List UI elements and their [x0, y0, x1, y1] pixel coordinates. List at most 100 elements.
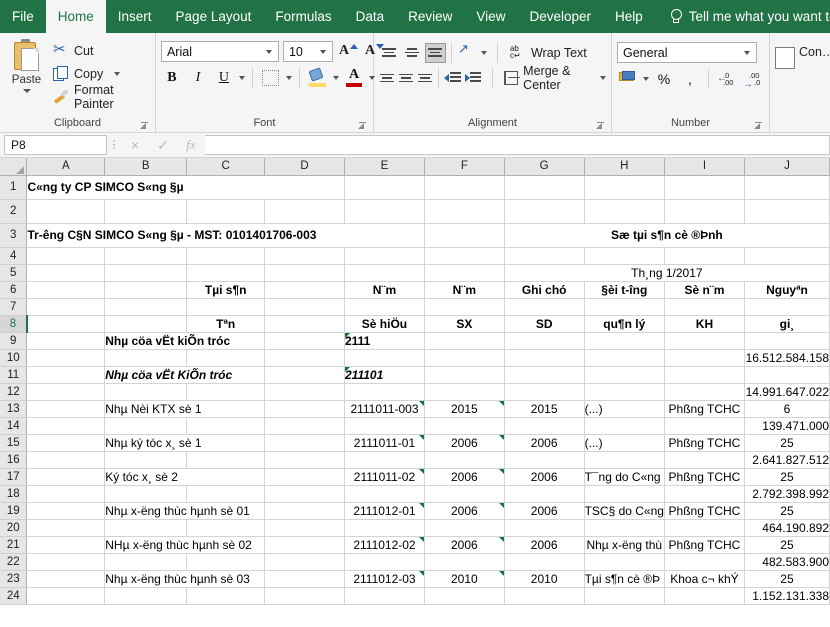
align-bottom-button[interactable]	[425, 43, 446, 63]
cell-E10[interactable]	[344, 349, 424, 366]
column-header-f[interactable]: F	[424, 158, 504, 175]
bold-button[interactable]: B	[161, 67, 183, 89]
chevron-down-icon[interactable]	[114, 72, 120, 76]
paste-button[interactable]: Paste	[5, 37, 48, 93]
increase-decimal-button[interactable]: ←.0.00	[716, 68, 738, 90]
align-center-button[interactable]	[398, 68, 415, 88]
cell-A2[interactable]	[27, 199, 105, 223]
cell-E9[interactable]: 2111	[344, 332, 424, 349]
cell-A24[interactable]	[27, 587, 105, 604]
row-header-6[interactable]: 6	[0, 281, 27, 298]
cell-B20[interactable]	[105, 519, 187, 536]
cell-I21[interactable]: Phßng TCHC	[664, 536, 744, 553]
cell-J19[interactable]: 25	[744, 502, 829, 519]
cell-A21[interactable]	[27, 536, 105, 553]
font-dialog-launcher[interactable]	[357, 122, 366, 131]
insert-function-button[interactable]: fx	[177, 135, 205, 155]
cell-D7[interactable]	[265, 298, 345, 315]
cell-G20[interactable]	[504, 519, 584, 536]
column-header-j[interactable]: J	[744, 158, 829, 175]
row-header-15[interactable]: 15	[0, 434, 27, 451]
cell-H2[interactable]	[584, 199, 664, 223]
cell-G18[interactable]	[504, 485, 584, 502]
cell-B5[interactable]	[105, 264, 187, 281]
cell-J9[interactable]	[744, 332, 829, 349]
tab-data[interactable]: Data	[344, 0, 397, 33]
cell-F4[interactable]	[424, 247, 504, 264]
cell-D10[interactable]	[265, 349, 345, 366]
tab-formulas[interactable]: Formulas	[263, 0, 343, 33]
cell-J1[interactable]	[744, 175, 829, 199]
column-header-a[interactable]: A	[27, 158, 105, 175]
cell-I15[interactable]: Phßng TCHC	[664, 434, 744, 451]
cell-J10[interactable]: 16.512.584.158	[744, 349, 829, 366]
cell-G21[interactable]: 2006	[504, 536, 584, 553]
cell-G2[interactable]	[504, 199, 584, 223]
cell-E13[interactable]: 2111011-003	[344, 400, 424, 417]
number-format-select[interactable]: General	[617, 42, 757, 63]
cell-I13[interactable]: Phßng TCHC	[664, 400, 744, 417]
cell-E23[interactable]: 2111012-03	[344, 570, 424, 587]
chevron-down-icon[interactable]	[744, 51, 750, 55]
cell-G17[interactable]: 2006	[504, 468, 584, 485]
tab-file[interactable]: File	[0, 0, 46, 33]
tab-insert[interactable]: Insert	[106, 0, 164, 33]
cell-F17[interactable]: 2006	[424, 468, 504, 485]
cell-F6[interactable]: N¨m	[424, 281, 504, 298]
cell-C4[interactable]	[187, 247, 265, 264]
cell-B13[interactable]: Nhµ Nèi KTX sè 1	[105, 400, 265, 417]
cell-G22[interactable]	[504, 553, 584, 570]
name-box[interactable]: P8	[4, 135, 107, 155]
column-header-d[interactable]: D	[265, 158, 345, 175]
cell-E16[interactable]	[344, 451, 424, 468]
cell-E14[interactable]	[344, 417, 424, 434]
select-all-corner[interactable]	[0, 158, 27, 175]
cell-E22[interactable]	[344, 553, 424, 570]
cell-I14[interactable]	[664, 417, 744, 434]
orientation-button[interactable]	[457, 43, 479, 63]
tab-page-layout[interactable]: Page Layout	[164, 0, 264, 33]
row-header-4[interactable]: 4	[0, 247, 27, 264]
cell-E20[interactable]	[344, 519, 424, 536]
cell-H12[interactable]	[584, 383, 664, 400]
cell-H18[interactable]	[584, 485, 664, 502]
cell-G24[interactable]	[504, 587, 584, 604]
cell-A23[interactable]	[27, 570, 105, 587]
cell-J13[interactable]: 6	[744, 400, 829, 417]
cell-H15[interactable]: (...)	[584, 434, 664, 451]
cell-F14[interactable]	[424, 417, 504, 434]
cell-A17[interactable]	[27, 468, 105, 485]
chevron-down-icon[interactable]	[239, 76, 245, 80]
cell-G5[interactable]: Th¸ng 1/2017	[504, 264, 829, 281]
merge-center-button[interactable]: Merge & Center	[504, 68, 606, 89]
cell-D20[interactable]	[265, 519, 345, 536]
cell-B7[interactable]	[105, 298, 187, 315]
cell-B6[interactable]	[105, 281, 187, 298]
cell-F22[interactable]	[424, 553, 504, 570]
formula-bar-drag-handle[interactable]: ⋮	[107, 142, 121, 148]
cell-I4[interactable]	[664, 247, 744, 264]
cell-B11[interactable]: Nhµ cöa vËt KiÕn tróc	[105, 366, 265, 383]
cell-D8[interactable]	[265, 315, 345, 332]
column-header-e[interactable]: E	[344, 158, 424, 175]
cell-G6[interactable]: Ghi chó	[504, 281, 584, 298]
cell-E21[interactable]: 2111012-02	[344, 536, 424, 553]
cell-H9[interactable]	[584, 332, 664, 349]
cell-C20[interactable]	[187, 519, 265, 536]
cell-J17[interactable]: 25	[744, 468, 829, 485]
cell-C18[interactable]	[187, 485, 265, 502]
chevron-down-icon[interactable]	[600, 76, 606, 80]
cell-C7[interactable]	[187, 298, 265, 315]
cell-I12[interactable]	[664, 383, 744, 400]
cell-H16[interactable]	[584, 451, 664, 468]
cell-F16[interactable]	[424, 451, 504, 468]
cell-F5[interactable]	[424, 264, 504, 281]
italic-button[interactable]: I	[187, 67, 209, 89]
spreadsheet-grid[interactable]: ABCDEFGHIJ 1C«ng ty CP SIMCO S«ng §µ23Tr…	[0, 158, 830, 626]
cell-F19[interactable]: 2006	[424, 502, 504, 519]
cell-J24[interactable]: 1.152.131.338	[744, 587, 829, 604]
cell-G11[interactable]	[504, 366, 584, 383]
cell-I17[interactable]: Phßng TCHC	[664, 468, 744, 485]
tell-me-search[interactable]: Tell me what you want to do	[655, 0, 830, 33]
cell-H13[interactable]: (...)	[584, 400, 664, 417]
